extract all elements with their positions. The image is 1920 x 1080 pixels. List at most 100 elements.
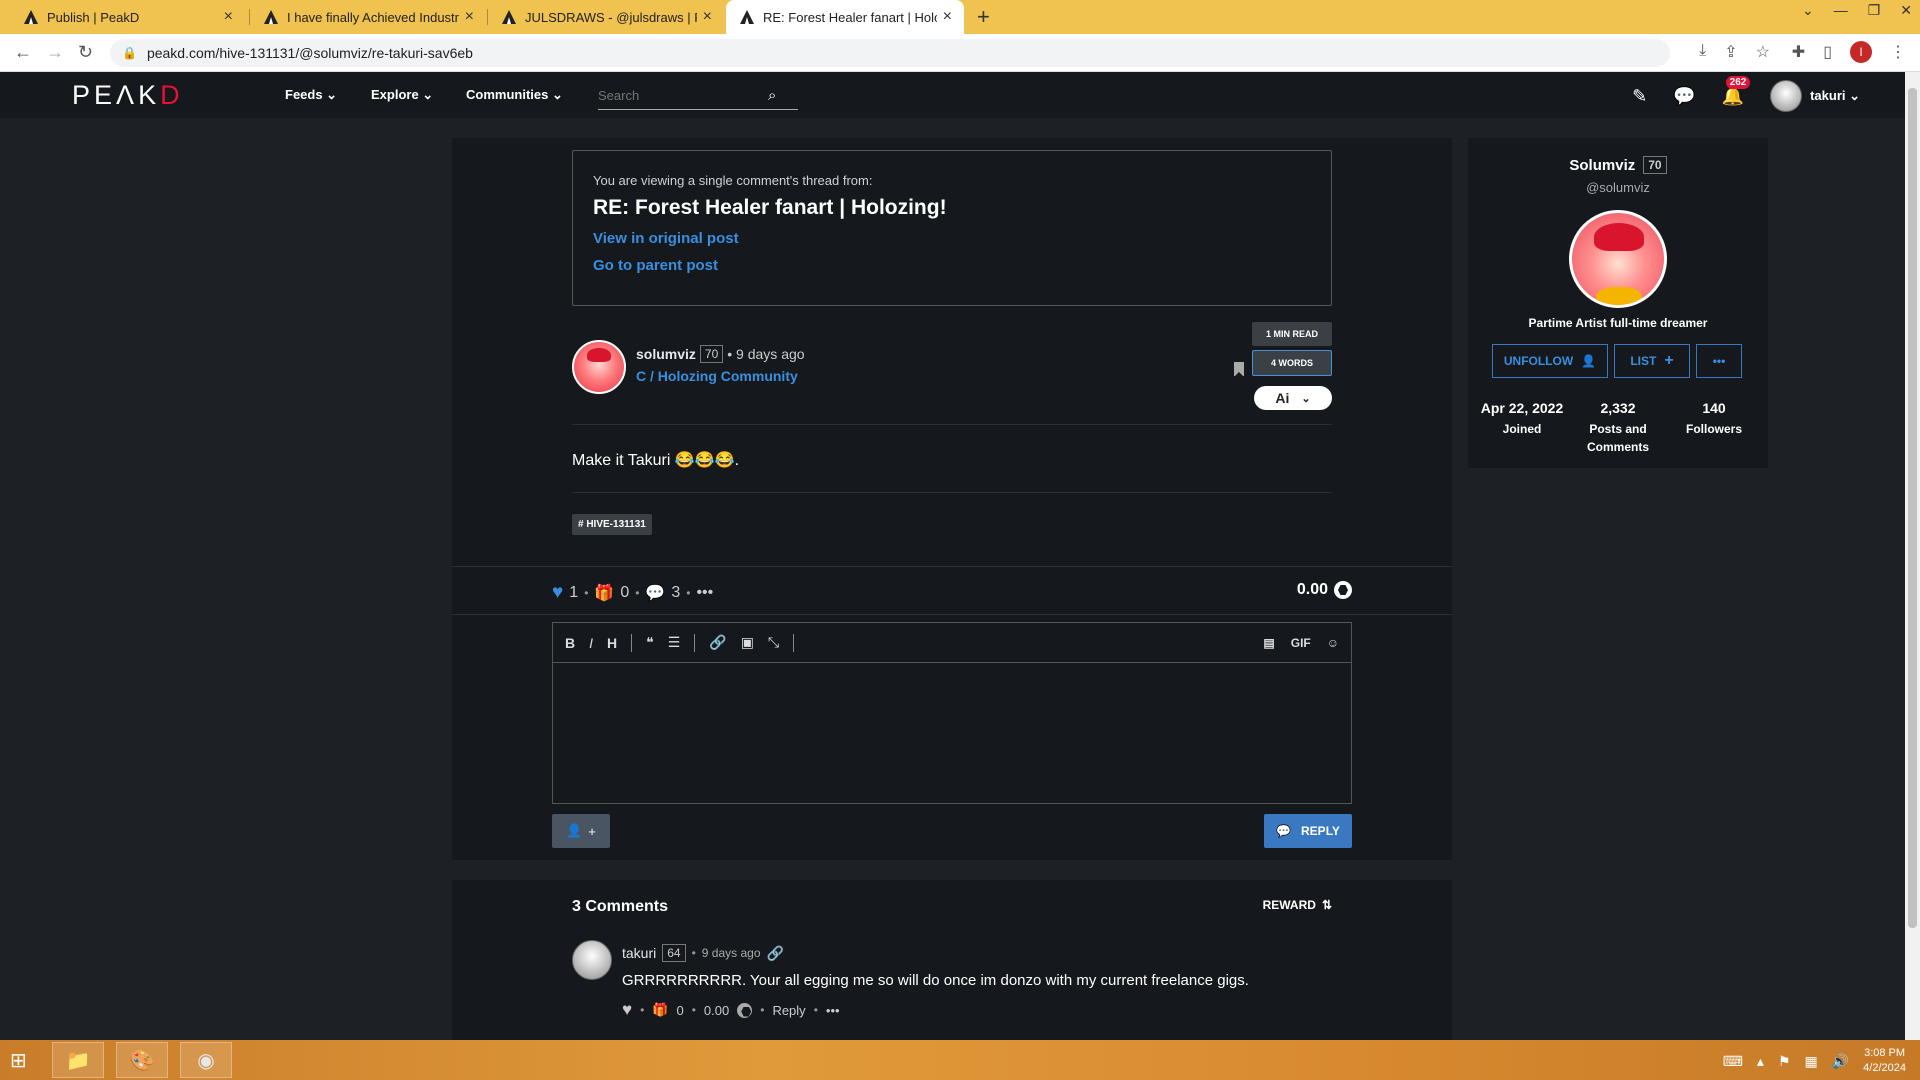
add-mention-button[interactable]: 👤 + — [552, 814, 610, 848]
profile-avatar[interactable]: I — [1850, 41, 1872, 63]
search-input[interactable] — [598, 88, 768, 103]
comment-reply-link[interactable]: Reply — [772, 1003, 805, 1018]
list-button[interactable]: LIST + — [1614, 344, 1690, 378]
profile-name[interactable]: Solumviz — [1569, 157, 1635, 174]
gift-icon[interactable]: 🎁 — [652, 1002, 668, 1018]
tag-badge[interactable]: # HIVE-131131 — [572, 514, 652, 535]
keyboard-icon[interactable]: ⌨ — [1723, 1053, 1743, 1070]
paint-app-icon[interactable]: 🎨 — [116, 1042, 168, 1078]
tab-close-icon[interactable]: × — [224, 8, 233, 26]
url-field[interactable]: 🔒 peakd.com/hive-131131/@solumviz/re-tak… — [110, 39, 1670, 67]
browser-tab-industry[interactable]: I have finally Achieved Industry L × — [250, 0, 486, 34]
bold-icon[interactable]: B — [565, 635, 575, 651]
bookmark-icon[interactable] — [1234, 362, 1244, 377]
unfollow-button[interactable]: UNFOLLOW 👤 — [1492, 344, 1608, 378]
sort-dropdown[interactable]: REWARD ⇅ — [1263, 898, 1332, 912]
comment-body: GRRRRRRRRRR. Your all egging me so will … — [622, 972, 1249, 989]
scroll-thumb[interactable] — [1908, 88, 1917, 928]
browser-tab-publish[interactable]: Publish | PeakD × — [10, 0, 245, 34]
nav-feeds[interactable]: Feeds ⌄ — [285, 87, 337, 103]
restore-icon[interactable]: ❐ — [1868, 2, 1881, 19]
template-icon[interactable]: ▤ — [1263, 636, 1274, 650]
tab-close-icon[interactable]: × — [465, 8, 474, 26]
avatar[interactable] — [572, 940, 612, 980]
reply-textarea[interactable] — [553, 663, 1351, 803]
peakd-favicon-icon — [264, 10, 279, 24]
link-icon[interactable]: 🔗 — [709, 634, 726, 651]
address-bar: ← → ↻ 🔒 peakd.com/hive-131131/@solumviz/… — [0, 34, 1920, 72]
gift-icon[interactable]: 🎁 — [594, 583, 614, 603]
italic-icon[interactable]: I — [589, 635, 593, 651]
page-scrollbar[interactable] — [1905, 72, 1920, 1040]
tab-search-icon[interactable]: ⌄ — [1802, 2, 1814, 19]
extensions-icon[interactable]: ✚ — [1792, 42, 1805, 62]
list-icon[interactable]: ☰ — [668, 634, 681, 651]
comments-title: 3 Comments — [572, 898, 669, 915]
heart-icon[interactable]: ♥ — [622, 1000, 632, 1020]
comment-payout[interactable]: 0.00 — [704, 1003, 729, 1018]
emoji-icon[interactable]: ☺ — [1327, 636, 1339, 650]
profile-avatar[interactable] — [1569, 210, 1667, 308]
volume-icon[interactable]: 🔊 — [1832, 1053, 1849, 1070]
tab-close-icon[interactable]: × — [703, 8, 712, 26]
thread-title: RE: Forest Healer fanart | Holozing! — [593, 196, 947, 219]
tray-expand-icon[interactable]: ▴ — [1757, 1053, 1764, 1070]
profile-buttons: UNFOLLOW 👤 LIST + ••• — [1492, 344, 1742, 378]
author-avatar[interactable] — [572, 340, 626, 394]
parent-post-link[interactable]: Go to parent post — [593, 257, 1311, 274]
more-options-icon[interactable]: ••• — [826, 1003, 840, 1018]
heart-icon[interactable]: ♥ — [552, 582, 563, 604]
network-icon[interactable]: ▦ — [1805, 1053, 1818, 1070]
install-icon[interactable]: ⤓ — [1699, 42, 1706, 62]
share-icon[interactable]: ⇪ — [1724, 42, 1737, 62]
user-minus-icon: 👤 — [1581, 354, 1597, 368]
windows-start-icon[interactable]: ⊞ — [10, 1048, 27, 1073]
heading-icon[interactable]: H — [607, 635, 617, 651]
pencil-icon[interactable]: ✎ — [1632, 86, 1647, 107]
stat-followers: 140 Followers — [1685, 400, 1742, 436]
side-panel-icon[interactable]: ▯ — [1823, 42, 1832, 62]
search-icon[interactable]: ⌕ — [768, 87, 776, 104]
payout[interactable]: 0.00 — [1297, 581, 1352, 599]
vote-count[interactable]: 1 — [569, 584, 578, 602]
more-options-icon[interactable]: ••• — [696, 584, 713, 602]
tab-close-icon[interactable]: × — [943, 8, 952, 26]
lock-icon[interactable]: 🔒 — [122, 46, 137, 60]
back-icon[interactable]: ← — [14, 42, 32, 63]
author-name[interactable]: solumviz — [636, 346, 696, 362]
fullscreen-icon[interactable]: ⤡ — [768, 634, 779, 651]
nav-communities[interactable]: Communities ⌄ — [466, 87, 563, 103]
flag-icon[interactable]: ⚑ — [1778, 1053, 1791, 1070]
image-icon[interactable]: ▣ — [741, 634, 754, 651]
gif-button[interactable]: GIF — [1291, 636, 1311, 650]
ai-dropdown[interactable]: Ai ⌄ — [1254, 386, 1332, 410]
comment-icon[interactable]: 💬 — [645, 583, 665, 603]
bookmark-star-icon[interactable]: ☆ — [1756, 42, 1770, 62]
profile-name-row: Solumviz 70 — [1468, 156, 1768, 174]
forward-icon[interactable]: → — [46, 42, 64, 63]
new-tab-icon[interactable]: + — [977, 4, 990, 30]
view-original-link[interactable]: View in original post — [593, 230, 1311, 247]
chrome-icon[interactable]: ◉ — [180, 1042, 232, 1078]
reload-icon[interactable]: ↻ — [78, 42, 93, 63]
minimize-icon[interactable]: — — [1834, 2, 1848, 19]
bell-icon[interactable]: 🔔 262 — [1722, 75, 1751, 107]
browser-tab-active[interactable]: RE: Forest Healer fanart | Holozin × — [726, 0, 964, 34]
community-link[interactable]: C / Holozing Community — [636, 368, 798, 384]
close-window-icon[interactable]: ✕ — [1900, 2, 1912, 19]
reply-button[interactable]: 💬 REPLY — [1264, 814, 1352, 848]
chat-icon[interactable]: 💬 — [1673, 86, 1695, 107]
clock[interactable]: 3:08 PM 4/2/2024 — [1863, 1046, 1906, 1077]
comment-header: takuri 64 • 9 days ago 🔗 — [622, 944, 784, 962]
file-explorer-icon[interactable]: 📁 — [52, 1042, 104, 1078]
browser-tab-julsdraws[interactable]: JULSDRAWS - @julsdraws | PeakD × — [488, 0, 724, 34]
profile-stats: Apr 22, 2022 Joined 2,332 Posts and Comm… — [1468, 400, 1768, 456]
permalink-icon[interactable]: 🔗 — [767, 945, 784, 962]
user-menu[interactable]: takuri ⌄ — [1770, 80, 1860, 112]
menu-kebab-icon[interactable]: ⋮ — [1890, 42, 1906, 62]
nav-explore[interactable]: Explore ⌄ — [371, 87, 433, 103]
more-options-button[interactable]: ••• — [1696, 344, 1742, 378]
quote-icon[interactable]: ❝ — [646, 634, 654, 651]
peakd-logo[interactable]: PEΛKD — [72, 80, 184, 111]
comment-author[interactable]: takuri — [622, 945, 656, 961]
